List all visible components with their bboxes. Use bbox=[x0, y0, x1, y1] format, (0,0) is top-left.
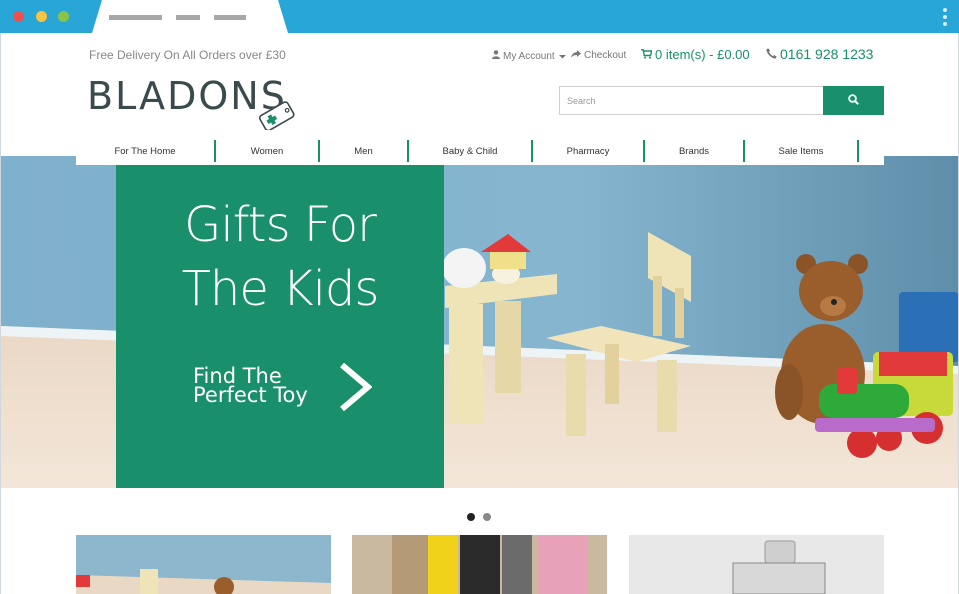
promo-panel[interactable]: Gifts For The Kids Find The Perfect Toy bbox=[116, 165, 444, 488]
promo-cta[interactable]: Find The Perfect Toy bbox=[193, 366, 308, 407]
nav-item-label: Women bbox=[250, 145, 284, 157]
share-icon bbox=[571, 50, 581, 58]
tab-placeholder-bar bbox=[214, 15, 246, 20]
carousel-dot-2[interactable] bbox=[483, 513, 491, 521]
shopping-bags-thumbnail bbox=[352, 535, 607, 594]
perfume-bottle-thumbnail bbox=[629, 535, 884, 594]
caret-down-icon bbox=[559, 55, 567, 59]
cart-icon bbox=[641, 49, 652, 59]
promo-title-line: The Kids bbox=[181, 261, 380, 317]
phone-number-label: 0161 928 1233 bbox=[780, 46, 874, 62]
browser-chrome bbox=[0, 0, 959, 33]
minimize-window-dot[interactable] bbox=[58, 11, 69, 22]
feature-tile-toys[interactable] bbox=[76, 535, 331, 594]
my-account-link[interactable]: My Account bbox=[492, 50, 567, 62]
search-button[interactable] bbox=[823, 86, 884, 115]
phone-icon bbox=[766, 48, 777, 59]
nav-item-for-the-home[interactable]: For The Home bbox=[76, 140, 216, 162]
search-input[interactable] bbox=[559, 86, 823, 115]
carousel-dot-1[interactable] bbox=[467, 513, 475, 521]
nav-item-men[interactable]: Men bbox=[320, 140, 409, 162]
cart-summary-link[interactable]: 0 item(s) - £0.00 bbox=[641, 47, 750, 62]
close-window-dot[interactable] bbox=[13, 11, 24, 22]
nav-item-women[interactable]: Women bbox=[216, 140, 320, 162]
tab-placeholder-bar bbox=[109, 15, 162, 20]
nav-item-pharmacy[interactable]: Pharmacy bbox=[533, 140, 645, 162]
nav-item-label: For The Home bbox=[114, 145, 176, 157]
carousel-indicators bbox=[467, 513, 491, 521]
phone-number: 0161 928 1233 bbox=[766, 46, 873, 62]
feature-tile-shopping[interactable] bbox=[352, 535, 607, 594]
tab-placeholder-bar bbox=[176, 15, 200, 20]
search-icon bbox=[848, 94, 859, 105]
nav-item-baby-child[interactable]: Baby & Child bbox=[409, 140, 533, 162]
nav-item-sale-items[interactable]: Sale Items bbox=[745, 140, 859, 162]
toys-thumbnail bbox=[76, 535, 331, 594]
feature-tile-fragrance[interactable] bbox=[629, 535, 884, 594]
nav-item-label: Brands bbox=[678, 145, 710, 157]
checkout-link[interactable]: Checkout bbox=[571, 50, 626, 61]
user-icon bbox=[492, 50, 500, 59]
more-menu-icon[interactable] bbox=[943, 8, 947, 26]
promo-title-line: Gifts For bbox=[184, 197, 377, 253]
chevron-right-icon[interactable] bbox=[338, 363, 372, 411]
promo-title: Gifts For The Kids bbox=[116, 193, 444, 321]
nav-item-label: Pharmacy bbox=[566, 145, 610, 157]
my-account-label: My Account bbox=[503, 51, 555, 62]
cart-summary-label: 0 item(s) - £0.00 bbox=[655, 47, 750, 62]
nav-item-label: Baby & Child bbox=[442, 145, 498, 157]
pharmacy-tag-icon bbox=[258, 101, 295, 130]
nav-item-label: Men bbox=[354, 145, 373, 157]
checkout-label: Checkout bbox=[584, 50, 627, 61]
nav-item-label: Sale Items bbox=[778, 145, 824, 157]
promo-cta-line: Perfect Toy bbox=[193, 383, 308, 407]
maximize-window-dot[interactable] bbox=[36, 11, 47, 22]
main-nav: For The Home Women Men Baby & Child Phar… bbox=[76, 137, 884, 165]
nav-item-brands[interactable]: Brands bbox=[645, 140, 745, 162]
free-delivery-notice: Free Delivery On All Orders over £30 bbox=[89, 48, 286, 62]
